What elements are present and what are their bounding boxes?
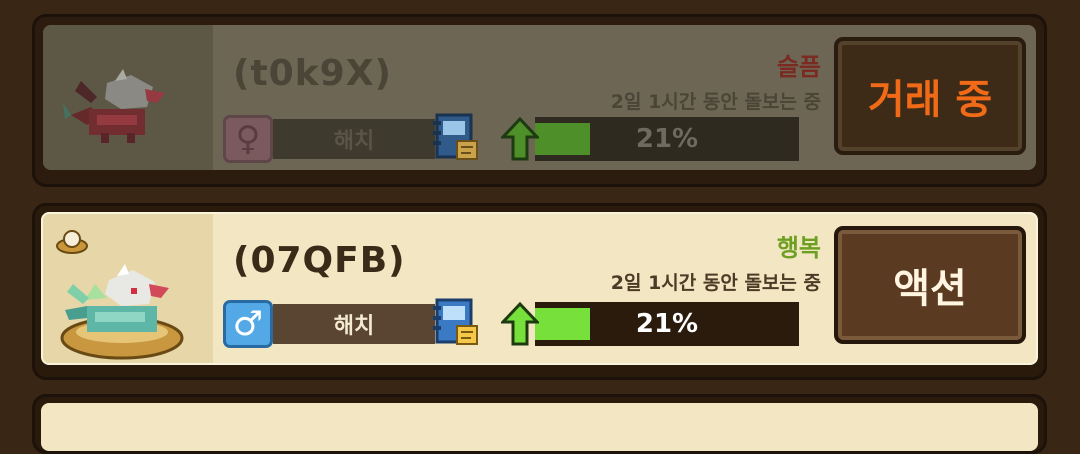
notebook-icon[interactable]: [433, 111, 479, 163]
trading-button[interactable]: 거래 중: [834, 37, 1026, 155]
pet-name: (t0k9X): [233, 53, 392, 94]
pet-state: 해치: [273, 119, 435, 159]
growth-percent: 21%: [635, 309, 699, 339]
pet-card[interactable]: [32, 394, 1047, 454]
up-arrow-icon: [501, 302, 539, 346]
pet-name: (07QFB): [233, 240, 406, 281]
pet-card-body: (t0k9X) 슬픔 2일 1시간 동안 돌보는 중 ♀ 해치 21% 거래 중: [43, 25, 1036, 170]
dragon-sprite-icon: [60, 264, 184, 360]
care-duration: 2일 1시간 동안 돌보는 중: [610, 91, 821, 113]
pet-portrait: [43, 214, 213, 363]
pet-card-body: [41, 403, 1038, 451]
growth-progress: 21%: [501, 117, 799, 161]
pet-card[interactable]: (07QFB) 행복 2일 1시간 동안 돌보는 중 ♂ 해치 21% 액션: [32, 203, 1047, 380]
growth-progress: 21%: [501, 302, 799, 346]
up-arrow-icon: [501, 117, 539, 161]
pet-portrait: [43, 25, 213, 170]
female-icon: ♀: [223, 115, 273, 163]
pet-mood: 행복: [776, 234, 821, 262]
dragon-sprite-icon: [63, 69, 165, 143]
growth-percent: 21%: [635, 124, 699, 154]
action-button[interactable]: 액션: [834, 226, 1026, 344]
male-icon: ♂: [223, 300, 273, 348]
pet-stats: ♀ 해치 21%: [223, 111, 808, 163]
pet-card[interactable]: (t0k9X) 슬픔 2일 1시간 동안 돌보는 중 ♀ 해치 21% 거래 중: [32, 14, 1047, 187]
care-duration: 2일 1시간 동안 돌보는 중: [610, 272, 821, 294]
notebook-icon[interactable]: [433, 296, 479, 348]
nest-icon: [56, 230, 88, 254]
pet-stats: ♂ 해치 21%: [223, 296, 808, 348]
pet-state: 해치: [273, 304, 435, 344]
pet-card-body: (07QFB) 행복 2일 1시간 동안 돌보는 중 ♂ 해치 21% 액션: [41, 212, 1038, 365]
pet-mood: 슬픔: [776, 53, 821, 81]
